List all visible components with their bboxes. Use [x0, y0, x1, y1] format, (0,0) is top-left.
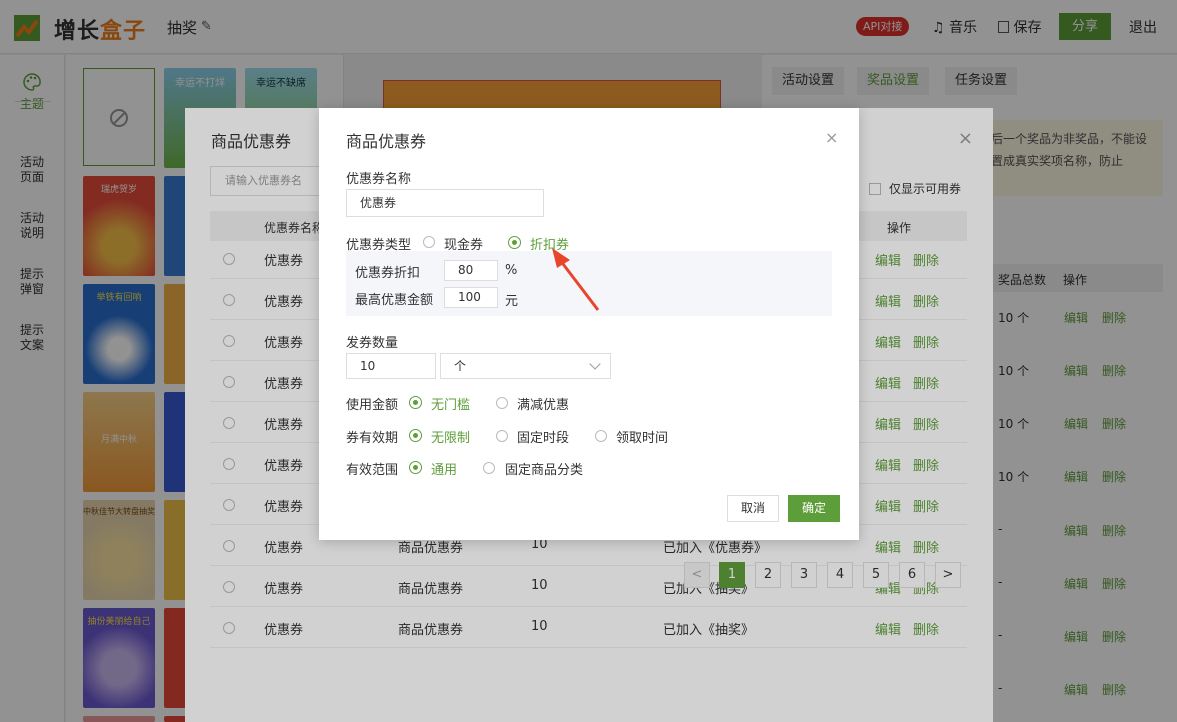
- radio-fixed-category-label[interactable]: 固定商品分类: [505, 459, 583, 478]
- coupon-name-input[interactable]: 优惠券: [346, 189, 544, 217]
- discount-unit: %: [505, 263, 518, 278]
- annotation-arrow-icon: [552, 248, 600, 311]
- discount-input[interactable]: 80: [444, 260, 498, 281]
- radio-fixed-period[interactable]: [496, 430, 508, 442]
- max-amount-unit: 元: [505, 294, 519, 309]
- radio-cash[interactable]: [423, 236, 435, 248]
- chevron-down-icon: [589, 358, 601, 370]
- discount-label: 优惠券折扣: [355, 266, 421, 281]
- radio-no-threshold-label[interactable]: 无门槛: [431, 394, 470, 413]
- coupon-name-label: 优惠券名称: [346, 172, 412, 187]
- radio-discount[interactable]: [508, 236, 521, 249]
- radio-claim-time[interactable]: [595, 430, 607, 442]
- scope-label: 有效范围: [346, 463, 399, 478]
- radio-no-threshold[interactable]: [409, 396, 422, 409]
- radio-general[interactable]: [409, 461, 422, 474]
- radio-fixed-period-label[interactable]: 固定时段: [517, 427, 569, 446]
- quantity-input[interactable]: 10: [346, 353, 436, 379]
- max-amount-label: 最高优惠金额: [355, 293, 434, 308]
- use-amount-label: 使用金额: [346, 398, 399, 413]
- radio-full-reduction[interactable]: [496, 397, 508, 409]
- modal-title: 商品优惠券: [346, 132, 427, 151]
- radio-claim-time-label[interactable]: 领取时间: [616, 427, 668, 446]
- radio-unlimited-label[interactable]: 无限制: [431, 427, 470, 446]
- radio-full-reduction-label[interactable]: 满减优惠: [517, 394, 569, 413]
- max-amount-input[interactable]: 100: [444, 287, 498, 308]
- cancel-button[interactable]: 取消: [727, 495, 779, 522]
- coupon-edit-modal: 商品优惠券 × 优惠券名称 优惠券 优惠券类型 现金券 折扣券 优惠券折扣 80…: [319, 108, 859, 540]
- validity-label: 券有效期: [346, 431, 399, 446]
- confirm-button[interactable]: 确定: [788, 495, 840, 522]
- quantity-label: 发券数量: [346, 336, 399, 351]
- close-icon[interactable]: ×: [825, 128, 838, 147]
- radio-fixed-category[interactable]: [483, 462, 495, 474]
- quantity-unit-select[interactable]: 个: [440, 353, 611, 379]
- radio-general-label[interactable]: 通用: [431, 459, 457, 478]
- radio-unlimited[interactable]: [409, 429, 422, 442]
